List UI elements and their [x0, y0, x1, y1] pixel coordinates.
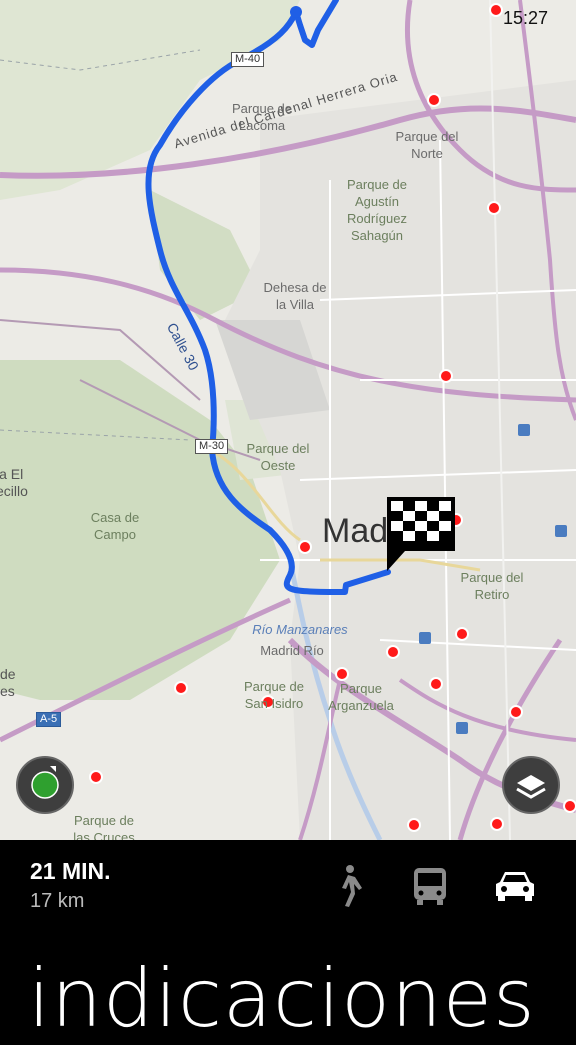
place-label: Casa de Campo: [90, 510, 140, 542]
transit-marker: [456, 722, 468, 734]
poi-marker: [455, 627, 469, 641]
poi-marker: [490, 817, 504, 831]
poi-marker: [335, 667, 349, 681]
place-label: Parque de San Isidro: [244, 679, 304, 711]
poi-marker: [89, 770, 103, 784]
mode-drive-button[interactable]: [492, 862, 536, 910]
poi-marker: [509, 705, 523, 719]
poi-marker: [489, 3, 503, 17]
destination-flag-icon[interactable]: [385, 497, 457, 573]
car-icon: [496, 872, 534, 901]
place-label: Madrid Río: [260, 643, 324, 658]
poi-marker: [386, 645, 400, 659]
road-shield-m30: M-30: [195, 439, 229, 454]
map-view[interactable]: Avenida del Cardenal Herrera Oria Calle …: [0, 0, 576, 840]
place-label: Dehesa de la Villa: [263, 280, 327, 312]
location-icon: [31, 766, 59, 799]
city-label: Mad: [322, 512, 389, 550]
mode-transit-button[interactable]: [408, 862, 452, 910]
poi-marker: [407, 818, 421, 832]
poi-marker: [563, 799, 576, 813]
page-title: indicaciones: [28, 952, 536, 1045]
road-shield-m40: M-40: [231, 52, 265, 67]
route-distance: 17 km: [30, 890, 85, 912]
status-clock: 15:27: [502, 8, 548, 28]
poi-marker: [429, 677, 443, 691]
place-label: ia El ecillo: [0, 466, 28, 499]
transit-marker: [419, 632, 431, 644]
poi-marker: [174, 681, 188, 695]
route-panel: 21 MIN. 17 km indicaciones: [0, 840, 576, 1045]
location-button[interactable]: [16, 756, 74, 814]
river-label: Río Manzanares: [252, 622, 348, 637]
route-duration: 21 MIN.: [30, 858, 111, 884]
place-label: Parque de las Cruces: [73, 813, 135, 840]
bus-icon: [414, 868, 446, 905]
walking-icon: [342, 865, 362, 907]
layers-icon: [516, 775, 546, 799]
road-shield-a5: A-5: [36, 712, 62, 727]
poi-marker: [439, 369, 453, 383]
place-label: Parque de Lacoma: [232, 101, 292, 133]
layers-button[interactable]: [502, 756, 560, 814]
place-label: de es: [0, 666, 16, 699]
mode-walk-button[interactable]: [326, 862, 370, 910]
place-label: Parque del Retiro: [460, 570, 524, 602]
poi-marker: [427, 93, 441, 107]
place-label: Parque del Oeste: [246, 441, 310, 473]
transit-marker: [518, 424, 530, 436]
poi-marker: [298, 540, 312, 554]
place-label: Parque Arganzuela: [328, 681, 394, 713]
transit-marker: [555, 525, 567, 537]
place-label: Parque del Norte: [395, 129, 459, 161]
place-label: Parque de Agustín Rodríguez Sahagún: [347, 177, 407, 243]
poi-marker: [487, 201, 501, 215]
